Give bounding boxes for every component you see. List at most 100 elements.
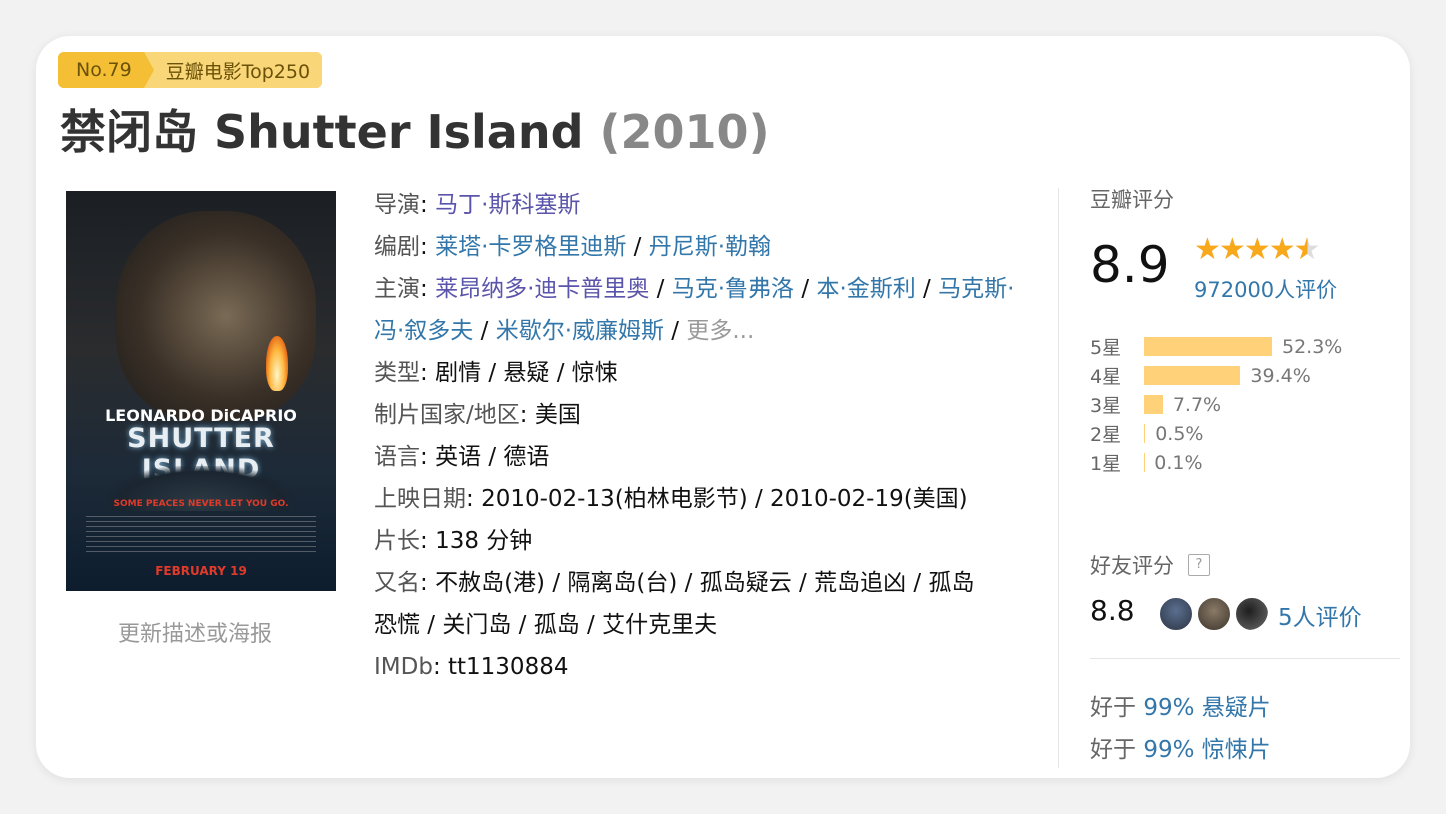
star-level-label: 3星 (1090, 395, 1122, 417)
poster-release-date: FEBRUARY 19 (155, 564, 247, 578)
info-label: 又名 (374, 570, 420, 596)
star-level-label: 4星 (1090, 366, 1122, 388)
rank-list-name: 豆瓣电影Top250 (143, 52, 323, 88)
half-star-icon: ★ (1293, 232, 1321, 267)
vertical-divider (1058, 188, 1059, 768)
info-value: 2010-02-13(柏林电影节) / 2010-02-19(美国) (481, 486, 968, 512)
info-cast: 主演: 莱昂纳多·迪卡普里奥 / 马克·鲁弗洛 / 本·金斯利 / 马克斯·冯·… (374, 276, 1015, 344)
better-genre: 悬疑片 (1201, 695, 1271, 721)
rating-bar (1144, 424, 1146, 443)
top250-badge[interactable]: No.79 豆瓣电影Top250 (58, 52, 323, 88)
info-imdb: IMDb: tt1130884 (374, 654, 569, 680)
rating-percent: 0.5% (1155, 422, 1204, 445)
better-than-row: 好于 99% 惊悚片 (1090, 730, 1271, 764)
rating-bar-row: 3星 7.7% (1090, 390, 1342, 419)
star-level-label: 2星 (1090, 424, 1122, 446)
info-genre: 类型: 剧情 / 悬疑 / 惊悚 (374, 360, 618, 386)
better-link[interactable]: 99% 惊悚片 (1143, 737, 1270, 763)
rating-votes-link[interactable]: 972000人评价 (1194, 274, 1337, 304)
avatar[interactable] (1234, 596, 1270, 632)
movie-info: 导演: 马丁·斯科塞斯 编剧: 莱塔·卡罗格里迪斯 / 丹尼斯·勒翰 主演: 莱… (374, 184, 1034, 688)
rating-percent: 0.1% (1154, 451, 1203, 474)
rating-label: 豆瓣评分 (1090, 188, 1174, 212)
rating-percent: 7.7% (1172, 393, 1222, 416)
better-pct: 99% (1143, 695, 1195, 721)
star-icon: ★ (1268, 232, 1296, 267)
rating-panel: 豆瓣评分 8.9 ★★★★★ 972000人评价 5星 52.3% 4星 39.4% 3… (1090, 184, 1400, 763)
info-director: 导演: 马丁·斯科塞斯 (374, 192, 581, 218)
writer-link[interactable]: 丹尼斯·勒翰 (649, 234, 771, 260)
rating-distribution: 5星 52.3% 4星 39.4% 3星 7.7% 2星 0.5% 1星 0.1% (1090, 332, 1342, 477)
help-icon[interactable]: ? (1188, 554, 1210, 576)
director-link[interactable]: 马丁·斯科塞斯 (435, 192, 580, 218)
better-genre: 惊悚片 (1201, 737, 1271, 763)
rating-bar (1144, 395, 1163, 414)
page-title: 禁闭岛 Shutter Island (2010) (60, 96, 770, 162)
horizontal-divider (1090, 658, 1400, 659)
info-value: 不赦岛(港) / 隔离岛(台) / 孤岛疑云 / 荒岛追凶 / 孤岛 (435, 570, 975, 596)
info-label: 片长 (374, 528, 420, 554)
movie-card: No.79 豆瓣电影Top250 禁闭岛 Shutter Island (201… (36, 36, 1410, 778)
info-value: 138 分钟 (435, 528, 533, 554)
info-label: IMDb (374, 654, 433, 680)
info-value: tt1130884 (448, 654, 569, 680)
rating-bar-row: 4星 39.4% (1090, 361, 1342, 390)
star-level-label: 5星 (1090, 337, 1122, 359)
movie-name: 禁闭岛 Shutter Island (60, 105, 584, 159)
cast-more-link[interactable]: 更多... (686, 318, 754, 344)
poster-match-flame (266, 336, 288, 391)
movie-year: (2010) (599, 105, 770, 159)
info-release: 上映日期: 2010-02-13(柏林电影节) / 2010-02-19(美国) (374, 486, 968, 512)
star-icon: ★ (1243, 232, 1271, 267)
rating-score: 8.9 (1090, 236, 1170, 294)
rating-percent: 39.4% (1250, 364, 1311, 387)
info-value: 美国 (534, 402, 581, 428)
friends-score: 8.8 (1090, 594, 1135, 627)
update-poster-link[interactable]: 更新描述或海报 (118, 616, 272, 648)
info-value: 英语 / 德语 (435, 444, 550, 470)
rating-bar-row: 1星 0.1% (1090, 448, 1342, 477)
writer-link[interactable]: 莱塔·卡罗格里迪斯 (435, 234, 626, 260)
poster-tagline: SOME PEACES NEVER LET YOU GO. (113, 499, 289, 509)
star-icon: ★ (1218, 232, 1246, 267)
friend-avatars (1158, 596, 1272, 632)
rank-number: No.79 (58, 52, 154, 88)
better-than-row: 好于 99% 悬疑片 (1090, 688, 1271, 722)
info-value: 剧情 / 悬疑 / 惊悚 (435, 360, 618, 386)
cast-link[interactable]: 马克·鲁弗洛 (672, 276, 794, 302)
movie-poster[interactable]: LEONARDO DiCAPRIO SHUTTER ISLAND SOME PE… (66, 191, 336, 591)
better-prefix: 好于 (1090, 737, 1136, 763)
info-label: 上映日期 (374, 486, 466, 512)
cast-link[interactable]: 本·金斯利 (816, 276, 915, 302)
better-pct: 99% (1143, 737, 1195, 763)
info-label: 导演 (374, 192, 420, 218)
better-link[interactable]: 99% 悬疑片 (1143, 695, 1270, 721)
avatar[interactable] (1158, 596, 1194, 632)
star-icon: ★ (1194, 232, 1221, 267)
info-label: 类型 (374, 360, 420, 386)
cast-link[interactable]: 米歇尔·威廉姆斯 (496, 318, 664, 344)
info-value: 恐慌 / 关门岛 / 孤岛 / 艾什克里夫 (374, 612, 718, 638)
info-language: 语言: 英语 / 德语 (374, 444, 550, 470)
info-label: 制片国家/地区 (374, 402, 520, 428)
better-prefix: 好于 (1090, 695, 1136, 721)
friends-votes-link[interactable]: 5人评价 (1278, 598, 1362, 632)
cast-link[interactable]: 莱昂纳多·迪卡普里奥 (435, 276, 649, 302)
poster-credits-block (86, 516, 316, 556)
friends-rating-label: 好友评分 ? (1090, 550, 1210, 580)
star-level-label: 1星 (1090, 453, 1122, 475)
avatar[interactable] (1196, 596, 1232, 632)
info-writers: 编剧: 莱塔·卡罗格里迪斯 / 丹尼斯·勒翰 (374, 234, 772, 260)
info-label: 语言 (374, 444, 420, 470)
info-aka: 又名: 不赦岛(港) / 隔离岛(台) / 孤岛疑云 / 荒岛追凶 / 孤岛 恐慌… (374, 570, 975, 638)
poster-face-image (116, 211, 316, 421)
info-label: 编剧 (374, 234, 420, 260)
info-country: 制片国家/地区: 美国 (374, 402, 581, 428)
rating-bar-row: 2星 0.5% (1090, 419, 1342, 448)
rating-bar (1144, 337, 1272, 356)
rating-bar-row: 5星 52.3% (1090, 332, 1342, 361)
rating-bar (1144, 366, 1241, 385)
info-runtime: 片长: 138 分钟 (374, 528, 533, 554)
rating-percent: 52.3% (1282, 335, 1343, 358)
info-label: 主演 (374, 276, 420, 302)
